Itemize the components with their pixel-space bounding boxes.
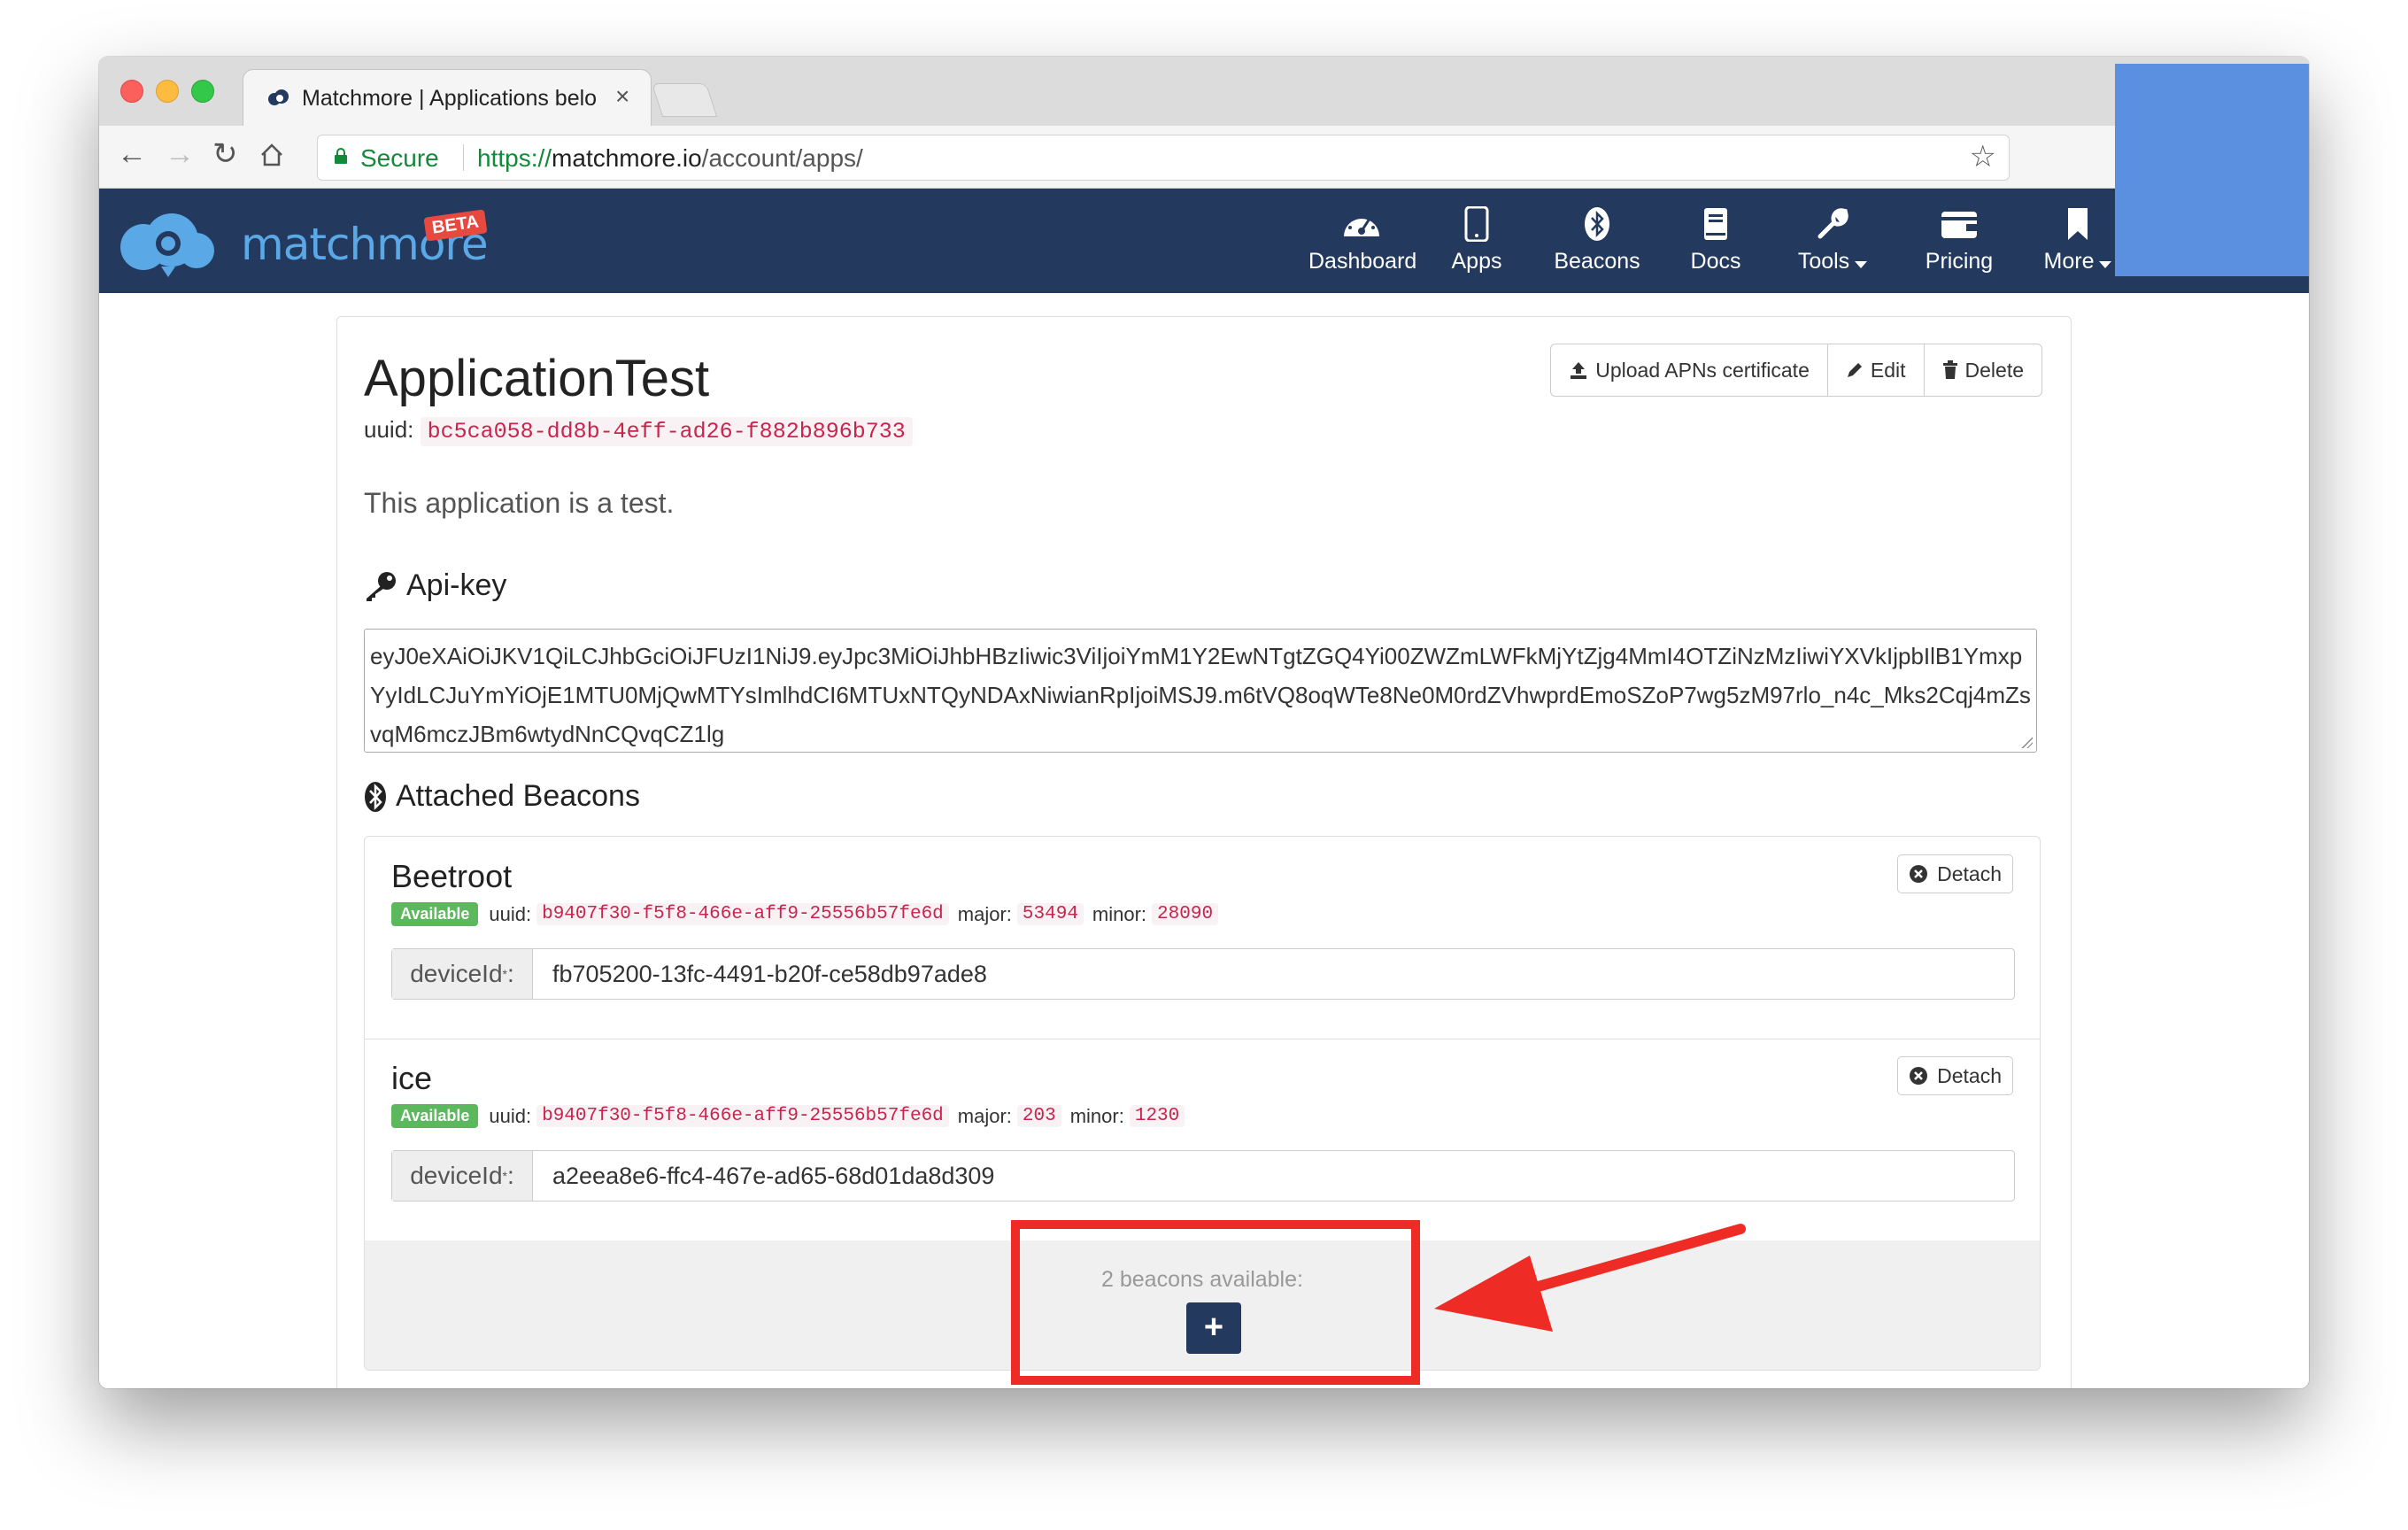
- device-id-label: deviceId *:: [392, 949, 533, 999]
- detach-button[interactable]: Detach: [1897, 1056, 2013, 1095]
- tools-caret-icon: [1855, 260, 1868, 268]
- status-badge: Available: [391, 1104, 479, 1128]
- bookmark-icon: [2068, 208, 2088, 240]
- bluetooth-icon: [365, 781, 386, 812]
- dashboard-gauge-icon: [1344, 213, 1379, 236]
- pencil-icon: [1847, 363, 1862, 377]
- wrench-icon: [1818, 208, 1848, 239]
- bookmark-star-icon[interactable]: ☆: [1970, 139, 1996, 174]
- new-tab-button[interactable]: [651, 83, 718, 117]
- minimize-window-button[interactable]: [156, 80, 179, 103]
- annotation-highlight-box: [1011, 1220, 1420, 1385]
- nav-tools[interactable]: Tools: [1788, 206, 1877, 274]
- beacon-meta: Available uuid: b9407f30-f5f8-466e-aff9-…: [391, 1104, 1193, 1128]
- beacon-uuid: b9407f30-f5f8-466e-aff9-25556b57fe6d: [536, 903, 949, 925]
- beacon-minor: 1230: [1129, 1105, 1185, 1127]
- bluetooth-icon: [1585, 207, 1609, 241]
- nav-dashboard[interactable]: Dashboard: [1308, 206, 1416, 274]
- annotation-arrow-icon: [1434, 1224, 1746, 1332]
- nav-pricing[interactable]: Pricing: [1919, 206, 1999, 274]
- beacon-uuid: b9407f30-f5f8-466e-aff9-25556b57fe6d: [536, 1105, 949, 1127]
- device-id-field[interactable]: deviceId *: fb705200-13fc-4491-b20f-ce58d…: [391, 948, 2015, 1000]
- forward-arrow-icon[interactable]: →: [165, 136, 195, 172]
- book-icon: [1704, 208, 1727, 240]
- zoom-window-button[interactable]: [191, 80, 214, 103]
- device-id-value: a2eea8e6-ffc4-467e-ad65-68d01da8d309: [552, 1162, 995, 1189]
- api-key-heading: Api-key: [364, 568, 506, 603]
- beacon-major: 203: [1016, 1105, 1061, 1127]
- key-icon: [367, 571, 396, 601]
- back-arrow-icon[interactable]: ←: [117, 136, 147, 172]
- app-actions: Upload APNs certificate Edit Delete: [1550, 344, 2042, 397]
- tab-close-icon[interactable]: ×: [615, 82, 629, 111]
- tab-title: Matchmore | Applications belo: [302, 86, 598, 111]
- beacon-item: ice Detach Available uuid: b9407f30-f5f8…: [365, 1039, 2040, 1241]
- omnibox-divider: [463, 144, 464, 171]
- detach-button[interactable]: Detach: [1897, 854, 2013, 893]
- nav-apps[interactable]: Apps: [1448, 206, 1505, 274]
- beacon-meta: Available uuid: b9407f30-f5f8-466e-aff9-…: [391, 902, 1227, 926]
- beacon-item: Beetroot Detach Available uuid: b9407f30…: [365, 837, 2040, 1039]
- lock-icon: [335, 148, 347, 164]
- resize-handle[interactable]: [2020, 736, 2033, 748]
- upload-icon: [1571, 362, 1587, 379]
- beacon-name: ice: [391, 1060, 433, 1096]
- mobile-phone-icon: [1464, 206, 1489, 242]
- matchmore-favicon-icon: [268, 89, 289, 105]
- browser-window: Matchmore | Applications belo × ← → ↻ Se…: [99, 57, 2309, 1388]
- page-title: ApplicationTest: [364, 350, 710, 407]
- delete-button[interactable]: Delete: [1925, 344, 2041, 396]
- beacon-name: Beetroot: [391, 858, 513, 894]
- browser-tab[interactable]: Matchmore | Applications belo ×: [243, 69, 652, 127]
- attached-beacons-heading: Attached Beacons: [364, 779, 640, 814]
- trash-icon: [1942, 360, 1957, 379]
- reload-icon[interactable]: ↻: [212, 136, 238, 172]
- redaction-overlay: [2115, 64, 2309, 276]
- url-text: https://matchmore.io/account/apps/: [477, 144, 863, 172]
- upload-apns-button[interactable]: Upload APNs certificate: [1551, 344, 1828, 396]
- matchmore-logo[interactable]: matchmore BETA: [117, 206, 489, 277]
- address-bar[interactable]: Secure https://matchmore.io/account/apps…: [317, 135, 2010, 181]
- close-window-button[interactable]: [120, 80, 143, 103]
- beacon-minor: 28090: [1152, 903, 1219, 925]
- api-key-textarea[interactable]: eyJ0eXAiOiJKV1QiLCJhbGciOiJFUzI1NiJ9.eyJ…: [364, 629, 2037, 753]
- device-id-field[interactable]: deviceId *: a2eea8e6-ffc4-467e-ad65-68d01…: [391, 1150, 2015, 1202]
- matchmore-cloud-icon: [120, 213, 214, 277]
- secure-label: Secure: [360, 144, 439, 172]
- app-uuid-value: bc5ca058-dd8b-4eff-ad26-f882b896b733: [420, 417, 913, 446]
- home-icon[interactable]: [259, 142, 285, 168]
- remove-circle-icon: [1910, 1067, 1928, 1085]
- status-badge: Available: [391, 902, 479, 926]
- remove-circle-icon: [1910, 865, 1928, 883]
- tab-bar: Matchmore | Applications belo ×: [99, 57, 2309, 127]
- edit-button[interactable]: Edit: [1828, 344, 1925, 396]
- device-id-value: fb705200-13fc-4491-b20f-ce58db97ade8: [552, 960, 987, 987]
- site-header: matchmore BETA Dashboard Apps Beacons Do…: [99, 189, 2309, 293]
- app-description: This application is a test.: [364, 487, 675, 519]
- nav-docs[interactable]: Docs: [1687, 206, 1744, 274]
- browser-toolbar: ← → ↻ Secure https://matchmore.io/accoun…: [99, 126, 2309, 189]
- more-caret-icon: [2099, 260, 2112, 268]
- wallet-icon: [1941, 212, 1977, 238]
- app-uuid: uuid: bc5ca058-dd8b-4eff-ad26-f882b896b7…: [364, 416, 913, 446]
- beacon-major: 53494: [1016, 903, 1084, 925]
- nav-more[interactable]: More: [2038, 206, 2118, 274]
- nav-beacons[interactable]: Beacons: [1553, 206, 1641, 274]
- device-id-label: deviceId *:: [392, 1151, 533, 1201]
